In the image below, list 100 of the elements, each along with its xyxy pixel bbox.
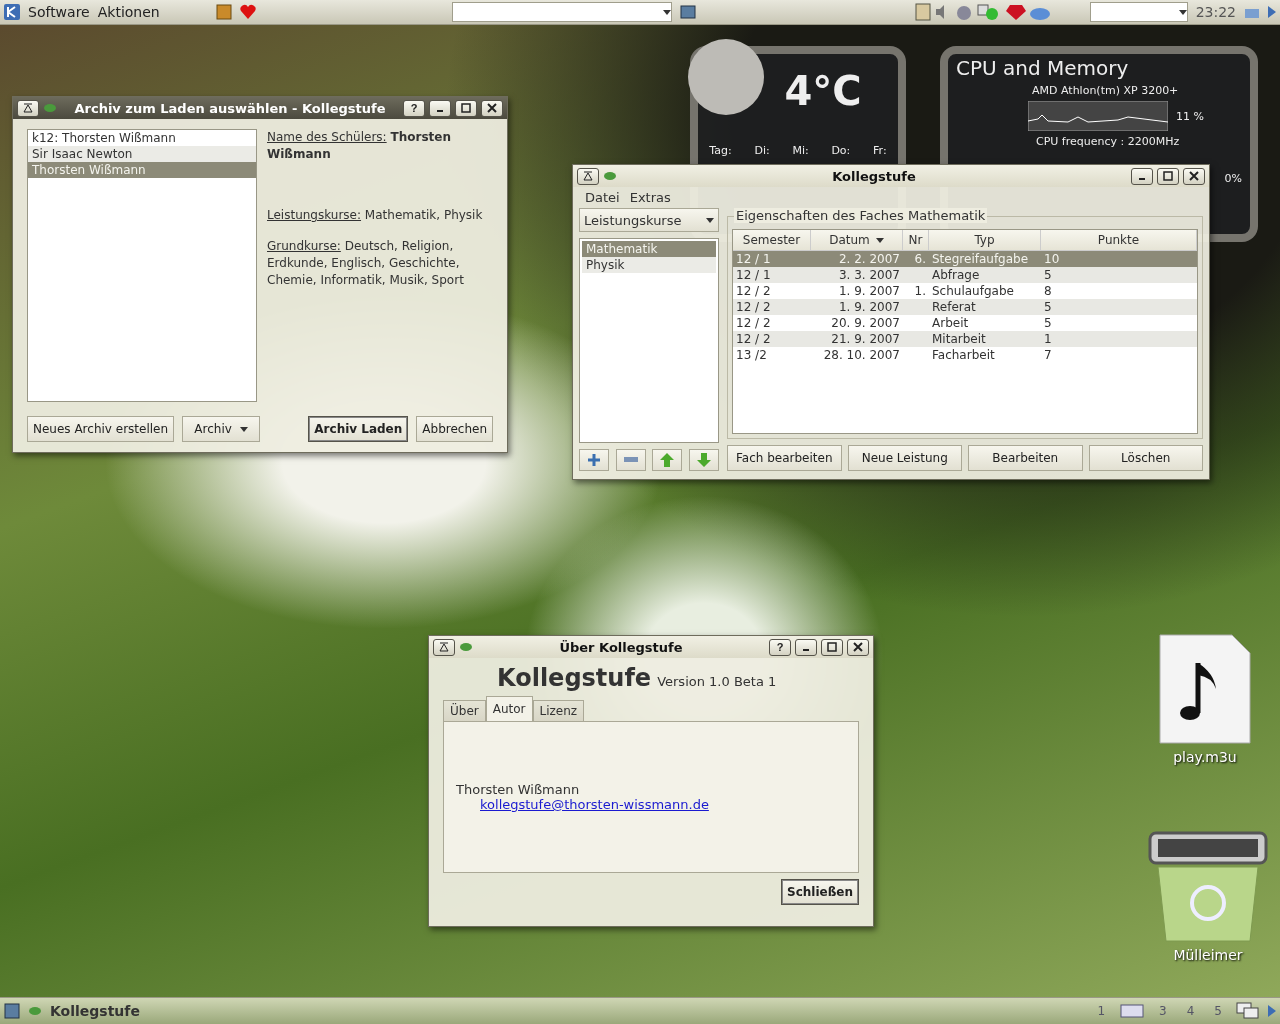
trash-icon — [1148, 831, 1268, 943]
table-cell-text: 20. 9. 2007 — [830, 315, 901, 331]
minimize-button[interactable] — [1131, 167, 1153, 185]
column-header[interactable]: Semester — [733, 230, 811, 250]
author-name: Thorsten Wißmann — [456, 782, 581, 797]
heart-icon[interactable] — [239, 4, 256, 20]
action-button[interactable]: Bearbeiten — [968, 445, 1083, 471]
monitor-icon[interactable] — [679, 4, 696, 20]
add-button[interactable] — [579, 449, 609, 471]
column-header[interactable]: Nr — [903, 230, 929, 250]
taskbar-item[interactable]: Kollegstufe — [50, 1003, 140, 1019]
tab[interactable]: Über — [443, 700, 486, 721]
maximize-button[interactable] — [1157, 167, 1179, 185]
cpu-usage: 11 % — [1176, 109, 1204, 123]
desktop-pager-item[interactable]: 4 — [1180, 1004, 1201, 1018]
dialog-button[interactable]: Neues Archiv erstellen — [27, 416, 175, 442]
notes-icon[interactable] — [215, 4, 232, 20]
version-text: Version 1.0 Beta 1 — [657, 674, 777, 689]
desktop-pager-item[interactable]: 5 — [1208, 1004, 1228, 1018]
up-button[interactable] — [652, 449, 683, 471]
window-thumbnail-icon[interactable] — [1119, 1003, 1146, 1019]
action-button[interactable]: Löschen — [1088, 445, 1203, 471]
table-row[interactable]: 12 / 1 3. 3. 2007 Abfrage 5 — [733, 267, 1197, 283]
kde-menu-icon[interactable] — [4, 4, 20, 20]
panel-menu[interactable]: Aktionen — [97, 4, 160, 20]
close-button[interactable] — [481, 99, 503, 117]
pin-button[interactable] — [433, 638, 455, 656]
arrow-icon[interactable] — [1268, 1005, 1276, 1017]
table-cell-text: 10 — [1043, 251, 1061, 267]
column-header[interactable]: Datum — [811, 230, 903, 250]
detail-text: Grundkurse: Deutsch, Religion, Erdkunde, Englisch, Geschichte, Chemie, Informatik, Musik, Sport — [267, 238, 465, 289]
music-file-icon — [1158, 633, 1252, 745]
minimize-button[interactable] — [429, 99, 451, 117]
app-icon — [43, 103, 57, 113]
help-button[interactable]: ? — [769, 638, 791, 656]
archive-item[interactable]: Sir Isaac Newton — [28, 146, 256, 162]
minimize-icon — [437, 110, 443, 112]
window-title: Archiv zum Laden auswählen - Kollegstufe — [73, 100, 387, 116]
dialog-button[interactable]: Abbrechen — [416, 416, 493, 442]
panel-input-field[interactable] — [451, 2, 672, 22]
desktop-pager-item[interactable]: 1 — [1091, 1004, 1112, 1018]
course-type-dropdown[interactable]: Leistungskurse — [579, 208, 719, 232]
desktop-icon-label[interactable]: play.m3u — [1173, 749, 1237, 765]
table-row[interactable]: 12 / 2 1. 9. 2007 Referat 5 — [733, 299, 1197, 315]
table-cell-text: 7 — [1043, 347, 1053, 363]
caret-icon — [875, 237, 884, 243]
column-header[interactable]: Punkte — [1041, 230, 1197, 250]
down-button[interactable] — [688, 449, 719, 471]
widget-title: CPU and Memory — [956, 56, 1130, 80]
dialog-button[interactable]: Archiv Laden — [308, 416, 409, 442]
tab[interactable]: Autor — [485, 696, 533, 721]
pin-button[interactable] — [17, 99, 39, 117]
caret-icon — [239, 426, 248, 432]
archive-item[interactable]: k12: Thorsten Wißmann — [28, 130, 256, 146]
email-link[interactable]: kollegstufe@thorsten-wissmann.de — [480, 797, 846, 812]
menu-item[interactable]: Datei — [585, 190, 620, 205]
close-button[interactable] — [847, 638, 869, 656]
app-icon — [459, 642, 473, 652]
maximize-button[interactable] — [455, 99, 477, 117]
panel-input-field[interactable] — [1089, 2, 1188, 22]
maximize-button[interactable] — [821, 638, 843, 656]
day-label: Di: — [754, 144, 770, 157]
tab[interactable]: Lizenz — [532, 700, 585, 721]
table-cell-text: 1. — [913, 283, 927, 299]
table-cell-text: 12 / 2 — [735, 283, 772, 299]
minimize-button[interactable] — [795, 638, 817, 656]
moon-icon — [686, 37, 766, 117]
dialog-button[interactable]: Archiv — [182, 416, 261, 442]
desktop-pager-item[interactable]: 3 — [1153, 1004, 1173, 1018]
swap-usage: 0% — [1224, 172, 1242, 185]
action-button[interactable]: Neue Leistung — [847, 445, 962, 471]
remove-button[interactable] — [615, 449, 646, 471]
arrow-icon[interactable] — [1268, 6, 1276, 18]
help-button[interactable]: ? — [403, 99, 425, 117]
app-name: Kollegstufe — [497, 664, 652, 692]
pin-button[interactable] — [577, 167, 599, 185]
caret-icon — [706, 217, 714, 223]
panel-menu[interactable]: Software — [28, 4, 90, 20]
table-cell-text: 6. — [913, 251, 927, 267]
table-cell-text: 5 — [1043, 299, 1053, 315]
subject-item[interactable]: Physik — [582, 257, 716, 273]
table-cell-text: 28. 10. 2007 — [822, 347, 901, 363]
table-row[interactable]: 12 / 2 21. 9. 2007 Mitarbeit 1 — [733, 331, 1197, 347]
close-button[interactable] — [1183, 167, 1205, 185]
down-arrow-icon — [696, 453, 711, 467]
table-cell-text: 12 / 1 — [735, 251, 772, 267]
minus-icon — [623, 457, 638, 463]
window-title: Über Kollegstufe — [558, 639, 684, 655]
column-header[interactable]: Typ — [929, 230, 1041, 250]
windows-icon[interactable] — [1236, 1002, 1260, 1020]
menu-item[interactable]: Extras — [629, 190, 671, 205]
close-dialog-button[interactable]: Schließen — [781, 879, 859, 905]
table-cell-text: 13 /2 — [735, 347, 768, 363]
minimize-icon — [803, 649, 809, 651]
plus-icon — [587, 453, 601, 467]
app-icon — [603, 171, 617, 181]
close-icon — [487, 103, 497, 113]
action-button[interactable]: Fach bearbeiten — [727, 445, 842, 471]
table-cell-text: Facharbeit — [931, 347, 996, 363]
window-title: Kollegstufe — [831, 168, 917, 184]
